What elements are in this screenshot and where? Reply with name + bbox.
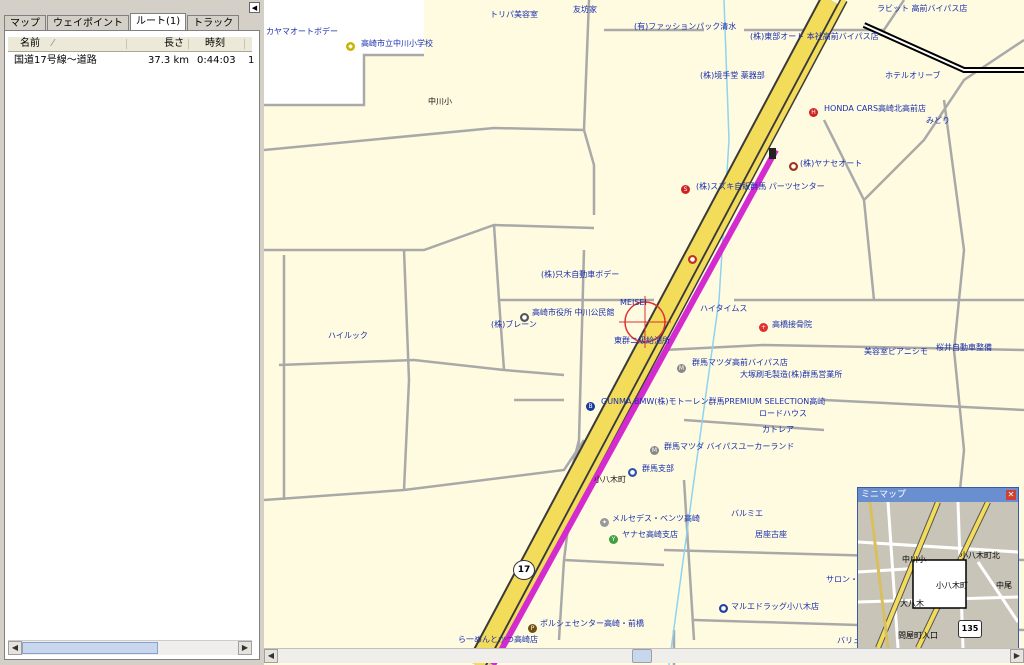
drugstore-icon[interactable]: ● bbox=[719, 604, 728, 613]
tab-routes[interactable]: ルート(1) bbox=[130, 13, 187, 31]
map-label[interactable]: (有)ファッションパック清水 bbox=[634, 22, 736, 32]
yanase-icon[interactable]: Y bbox=[609, 535, 618, 544]
tab-tracks[interactable]: トラック bbox=[187, 15, 240, 31]
minimap-label: 中尾 bbox=[996, 581, 1012, 590]
map-label[interactable]: 高崎市立中川小学校 bbox=[361, 39, 433, 49]
map-label[interactable]: (株)只木自動車ボデー bbox=[541, 270, 619, 280]
column-header-length[interactable]: 長さ bbox=[164, 37, 184, 51]
mazda-used-icon[interactable]: M bbox=[650, 446, 659, 455]
map-label[interactable]: ポルシェセンター高崎・前橋 bbox=[540, 619, 644, 629]
map-label[interactable]: ヤナセ高崎支店 bbox=[622, 530, 678, 540]
minimap-close-button[interactable]: ✕ bbox=[1006, 490, 1016, 500]
route-time: 0:44:03 bbox=[197, 55, 236, 66]
minimap-title: ミニマップ bbox=[861, 490, 907, 500]
minimap-canvas[interactable]: 中川小 小八木町北 小八木町 中尾 大八木 問屋町入口 135 bbox=[858, 502, 1018, 648]
map-label[interactable]: マルエドラッグ小八木店 bbox=[731, 602, 819, 612]
clinic-icon[interactable]: + bbox=[759, 323, 768, 332]
scroll-left-icon[interactable]: ◀ bbox=[8, 641, 22, 655]
map-label[interactable]: (株)スズキ自販群馬 パーツセンター bbox=[696, 182, 825, 192]
column-header-time[interactable]: 時刻 bbox=[205, 37, 225, 51]
map-label[interactable]: 東群ニ級給油所 bbox=[614, 336, 670, 346]
route-17-shield-icon: 17 bbox=[513, 560, 535, 580]
map-label[interactable]: (株)ブレーン bbox=[491, 320, 537, 330]
map-label[interactable]: ラビット 高前バイパス店 bbox=[877, 4, 967, 14]
map-label[interactable]: (株)境手堂 薬器部 bbox=[700, 71, 765, 81]
map-label[interactable]: 群馬マツダ高前バイパス店 bbox=[692, 358, 788, 368]
sort-indicator-icon: ⁄ bbox=[52, 38, 54, 49]
route-length: 37.3 km bbox=[148, 55, 189, 66]
column-header-name[interactable]: 名前 bbox=[20, 37, 40, 51]
map-scroll-left-icon[interactable]: ◀ bbox=[264, 649, 278, 663]
map-label[interactable]: 小八木町 bbox=[594, 475, 626, 485]
school-icon[interactable]: ◆ bbox=[346, 42, 355, 51]
map-label[interactable]: 群馬支部 bbox=[642, 464, 674, 474]
minimap-label: 大八木 bbox=[900, 599, 924, 608]
scroll-right-icon[interactable]: ▶ bbox=[238, 641, 252, 655]
porsche-icon[interactable]: P bbox=[528, 624, 537, 633]
list-horizontal-scrollbar[interactable]: ◀ ▶ bbox=[8, 640, 252, 655]
minimap-label: 問屋町入口 bbox=[898, 631, 938, 640]
route-name: 国道17号線〜道路 bbox=[14, 55, 97, 66]
tab-waypoints[interactable]: ウェイポイント bbox=[47, 15, 129, 31]
bmw-icon[interactable]: B bbox=[586, 402, 595, 411]
scroll-thumb[interactable] bbox=[22, 642, 158, 654]
minimap-label: 中川小 bbox=[902, 555, 926, 564]
map-label[interactable]: ハイルック bbox=[328, 331, 368, 341]
map-label[interactable]: 桜井自動車整備 bbox=[936, 343, 992, 353]
map-label[interactable]: みどり bbox=[926, 116, 950, 126]
map-scroll-right-icon[interactable]: ▶ bbox=[1010, 649, 1024, 663]
route-list-panel bbox=[4, 30, 260, 660]
panel-tabs: マップ ウェイポイント ルート(1) トラック bbox=[4, 13, 240, 31]
car-shop-icon[interactable]: ● bbox=[789, 162, 798, 171]
map-label[interactable]: トリパ美容室 bbox=[490, 10, 538, 20]
map-label[interactable]: 美容室ピアニシモ bbox=[864, 347, 928, 357]
suzuki-dealer-icon[interactable]: S bbox=[681, 185, 690, 194]
map-label[interactable]: ホテルオリーブ bbox=[885, 71, 941, 81]
map-label[interactable]: 居座古座 bbox=[755, 530, 787, 540]
map-label[interactable]: ハイタイムス bbox=[700, 304, 747, 314]
office-icon[interactable]: ● bbox=[628, 468, 637, 477]
map-label[interactable]: バルミエ bbox=[731, 509, 763, 519]
map-label[interactable]: 群馬マツダ バイパスユーカーランド bbox=[664, 442, 794, 452]
map-label[interactable]: 高橋接骨院 bbox=[772, 320, 812, 330]
map-label[interactable]: カヤマオートボデー bbox=[266, 27, 338, 37]
map-label[interactable]: 中川小 bbox=[428, 97, 452, 107]
map-label[interactable]: 大塚刷毛製造(株)群馬営業所 bbox=[740, 370, 842, 380]
map-label[interactable]: ら一めんとかつ高崎店 bbox=[458, 635, 538, 645]
honda-dealer-icon[interactable]: H bbox=[809, 108, 818, 117]
fuel-station-icon[interactable] bbox=[769, 148, 776, 159]
map-label[interactable]: メルセデス・ベンツ高崎 bbox=[612, 514, 700, 524]
map-scroll-thumb[interactable] bbox=[632, 649, 652, 663]
government-office-icon[interactable]: ● bbox=[520, 313, 529, 322]
map-label[interactable]: ロードハウス bbox=[759, 409, 807, 419]
map-label[interactable]: (株)東部オート 本社高前バイパス店 bbox=[750, 32, 879, 42]
map-label[interactable]: カトレア bbox=[762, 425, 794, 435]
mercedes-icon[interactable]: ✦ bbox=[600, 518, 609, 527]
minimap-label: 小八木町北 bbox=[960, 551, 1000, 560]
map-label[interactable]: MEISEI bbox=[620, 298, 647, 308]
map-label[interactable]: 友坊家 bbox=[573, 5, 597, 15]
map-horizontal-scrollbar[interactable]: ◀ ▶ bbox=[264, 648, 1024, 663]
left-panel: ◀ マップ ウェイポイント ルート(1) トラック 名前 ⁄ 長さ 時刻 国道1… bbox=[0, 0, 262, 665]
minimap-title-bar[interactable]: ミニマップ ✕ bbox=[858, 488, 1018, 502]
map-label[interactable]: GUNMA BMW(株)モトーレン群馬PREMIUM SELECTION高崎 bbox=[601, 397, 825, 407]
tab-map[interactable]: マップ bbox=[4, 15, 46, 31]
route-135-shield-icon: 135 bbox=[958, 620, 982, 638]
minimap-label: 小八木町 bbox=[936, 581, 968, 590]
collapse-panel-button[interactable]: ◀ bbox=[249, 2, 260, 13]
route-list-row[interactable]: 国道17号線〜道路 37.3 km 0:44:03 1 bbox=[8, 54, 255, 68]
route-extra: 1 bbox=[248, 55, 255, 66]
car-repair-icon[interactable]: ● bbox=[688, 255, 697, 264]
minimap-window[interactable]: ミニマップ ✕ 中川小 小八木町北 小八木町 中尾 大八木 問屋町入口 135 bbox=[857, 487, 1019, 649]
map-label[interactable]: HONDA CARS高崎北高前店 bbox=[824, 104, 926, 114]
map-label[interactable]: (株)ヤナセオート bbox=[800, 159, 862, 169]
route-list-header: 名前 ⁄ 長さ 時刻 bbox=[8, 37, 252, 52]
map-label[interactable]: 高崎市役所 中川公民館 bbox=[532, 308, 615, 318]
mazda-icon[interactable]: M bbox=[677, 364, 686, 373]
